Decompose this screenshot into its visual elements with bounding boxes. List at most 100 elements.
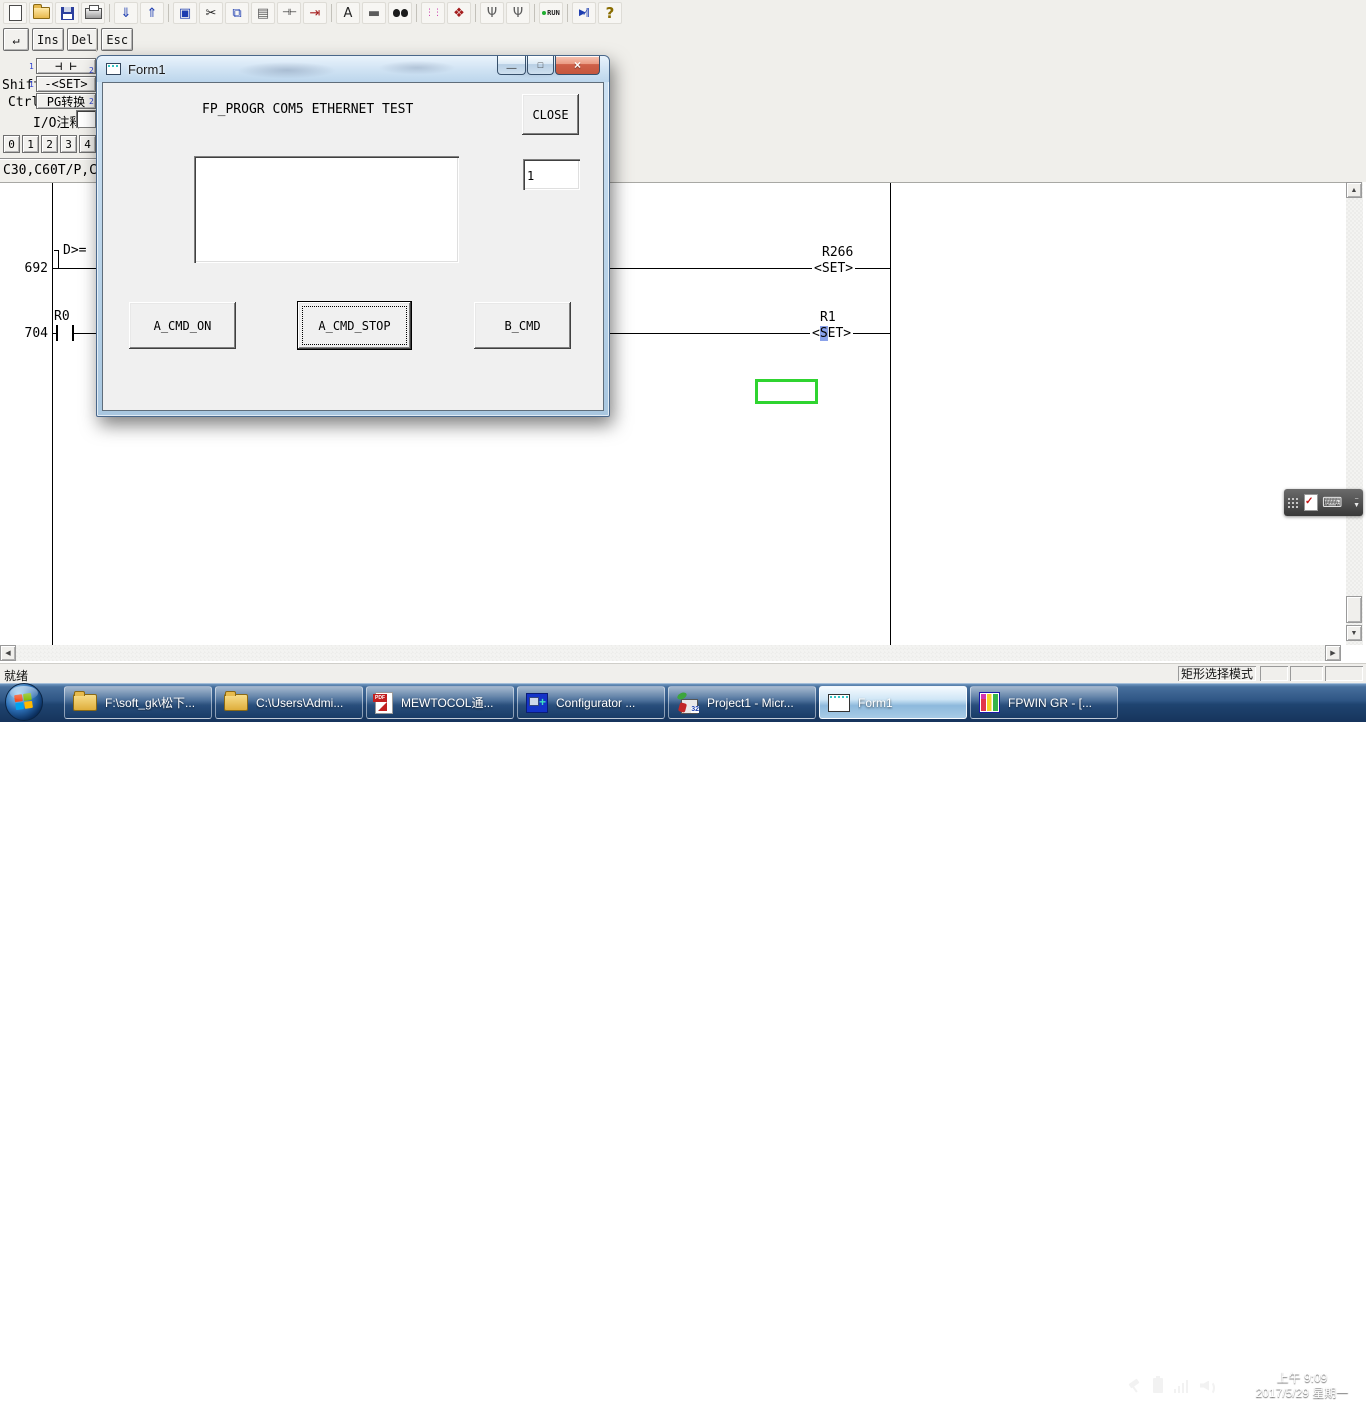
fn-number-key-4[interactable]: 4 [79, 135, 96, 153]
status-mode-text: 矩形选择模式 [1181, 665, 1253, 682]
close-window-button[interactable]: × [555, 56, 600, 75]
io-comment-input[interactable] [76, 110, 96, 128]
output-set-op: <SET> [812, 261, 855, 276]
ladder-selection-cursor[interactable] [755, 379, 818, 404]
battery-icon[interactable] [1153, 1378, 1163, 1393]
form1-window[interactable]: Form1 — □ × FP_PROGR COM5 ETHERNET TEST … [96, 55, 610, 417]
vb-icon [677, 693, 699, 713]
fn-number-key-0[interactable]: 0 [3, 135, 20, 153]
taskbar-button-explorer-c[interactable]: C:\Users\Admi... [215, 686, 363, 719]
taskbar-button-pdf-mewtocol[interactable]: MEWTOCOL通... [366, 686, 514, 719]
status-panel-empty [1290, 666, 1323, 681]
fn-contact-button[interactable]: ⊣ ⊢ [36, 58, 96, 74]
ladder-display-button[interactable]: ⋮⋮ [421, 2, 445, 24]
number-key-row: 01234 [3, 135, 96, 153]
edit-key-enter[interactable]: ↵ [3, 28, 29, 51]
ime-document-check-icon[interactable] [1304, 494, 1318, 511]
taskbar-button-label: F:\soft_gk\松下... [105, 694, 195, 711]
config-icon [526, 693, 548, 713]
select-mode-button[interactable]: ▣ [173, 2, 197, 24]
message-listbox[interactable] [194, 156, 459, 263]
ladder-right-bus [890, 183, 891, 646]
scroll-up-button[interactable]: ▲ [1346, 182, 1362, 198]
plc-device-bar[interactable]: C30,C60T/P,C38, [0, 158, 97, 182]
up-arrow-icon: ▲ [1351, 187, 1358, 194]
run-mode-button[interactable]: RUN [539, 2, 563, 24]
vertical-scrollbar[interactable]: ▲ ▼ [1346, 182, 1363, 645]
value-textbox[interactable] [523, 159, 580, 190]
edit-key-del[interactable]: Del [67, 28, 99, 51]
ladder-symbol-button[interactable]: ⊣⊢ [277, 2, 301, 24]
connector-a-icon: Ψ [487, 7, 497, 20]
taskbar-button-configurator[interactable]: Configurator ... [517, 686, 665, 719]
taskbar-button-label: MEWTOCOL通... [401, 694, 493, 711]
vertical-scroll-thumb[interactable] [1346, 596, 1362, 623]
start-button[interactable] [5, 683, 43, 721]
connector-a-button[interactable]: Ψ [480, 2, 504, 24]
ime-controls[interactable]: − ▼ [1353, 497, 1360, 509]
help-button[interactable]: ? [598, 2, 622, 24]
b-cmd-button[interactable]: B_CMD [474, 302, 571, 349]
status-mode-panel: 矩形选择模式 [1178, 666, 1256, 681]
maximize-button[interactable]: □ [527, 56, 554, 75]
copy-button[interactable]: ⧉ [225, 2, 249, 24]
form-icon [828, 694, 850, 712]
horizontal-scrollbar[interactable]: ◀ ▶ [0, 645, 1341, 661]
shortcut-mark: 2 [89, 66, 94, 75]
taskbar-button-explorer-f[interactable]: F:\soft_gk\松下... [64, 686, 212, 719]
text-input-button[interactable]: A [336, 2, 360, 24]
jump-to-button[interactable]: ⇥ [303, 2, 327, 24]
paste-icon: ▤ [257, 7, 269, 20]
monitor-run-toggle-button[interactable]: ▶⁄‖ [572, 2, 596, 24]
network-signal-icon[interactable] [1174, 1379, 1189, 1393]
fn-number-key-1[interactable]: 1 [22, 135, 39, 153]
toolbar-separator [331, 4, 332, 22]
cut-button[interactable]: ✂ [199, 2, 223, 24]
ime-drag-handle[interactable] [1287, 497, 1300, 509]
fn-number-key-2[interactable]: 2 [41, 135, 58, 153]
toolbar-separator [168, 4, 169, 22]
tray-tool-icon[interactable] [1128, 1379, 1142, 1393]
minimize-button[interactable]: — [497, 56, 526, 75]
text-input-icon: A [344, 7, 353, 20]
toolbar-separator [534, 4, 535, 22]
connector-b-button[interactable]: Ψ [506, 2, 530, 24]
window-controls: — □ × [497, 56, 600, 75]
monitor-window-button[interactable]: ❖ [447, 2, 471, 24]
a-cmd-on-button[interactable]: A_CMD_ON [129, 302, 236, 349]
keyboard-icon[interactable]: ⌨ [1322, 496, 1342, 510]
save-file-icon [61, 7, 74, 20]
close-app-button[interactable]: CLOSE [522, 94, 579, 135]
fn-pg-convert-button[interactable]: PG转换 [36, 93, 96, 109]
find-button[interactable] [388, 2, 412, 24]
new-file-button[interactable] [3, 2, 27, 24]
status-panel-empty [1260, 666, 1288, 681]
a-cmd-stop-button[interactable]: A_CMD_STOP [298, 302, 411, 349]
taskbar-button-fpwin-gr[interactable]: FPWIN GR - [... [970, 686, 1118, 719]
scroll-right-button[interactable]: ▶ [1325, 645, 1341, 661]
volume-icon[interactable] [1200, 1379, 1216, 1393]
open-file-button[interactable] [29, 2, 53, 24]
op-pre: < [814, 261, 822, 276]
plc-upload-button[interactable]: ⇑ [140, 2, 164, 24]
fn-number-key-3[interactable]: 3 [60, 135, 77, 153]
save-file-button[interactable] [55, 2, 79, 24]
desktop: ⇓ ⇑ ▣ ✂⧉ ▤ ⊣⊢⇥ A ▬ ⋮⋮❖ ΨΨ RUN ▶⁄‖? ↵InsDelEsc ⊣ ⊢ 1… [0, 0, 1366, 768]
fn-set-button[interactable]: -<SET> [36, 76, 96, 92]
taskbar-button-form1[interactable]: Form1 [819, 686, 967, 719]
edit-key-ins[interactable]: Ins [32, 28, 64, 51]
select-mode-icon: ▣ [179, 7, 191, 20]
scroll-left-button[interactable]: ◀ [0, 645, 16, 661]
plc-download-button[interactable]: ⇓ [114, 2, 138, 24]
scroll-down-button[interactable]: ▼ [1346, 625, 1362, 641]
edit-key-esc[interactable]: Esc [101, 28, 133, 51]
plc-upload-icon: ⇑ [147, 7, 158, 20]
comment-box-button[interactable]: ▬ [362, 2, 386, 24]
ime-language-bar[interactable]: ⌨ − ▼ [1284, 489, 1363, 516]
taskbar-clock[interactable]: 上午 9:09 2017/5/29 星期一 [1240, 1366, 1364, 1405]
print-button[interactable] [81, 2, 105, 24]
status-empty-panels [1258, 666, 1363, 681]
contact-gap [58, 331, 72, 335]
paste-button[interactable]: ▤ [251, 2, 275, 24]
taskbar-button-vb-project1[interactable]: Project1 - Micr... [668, 686, 816, 719]
